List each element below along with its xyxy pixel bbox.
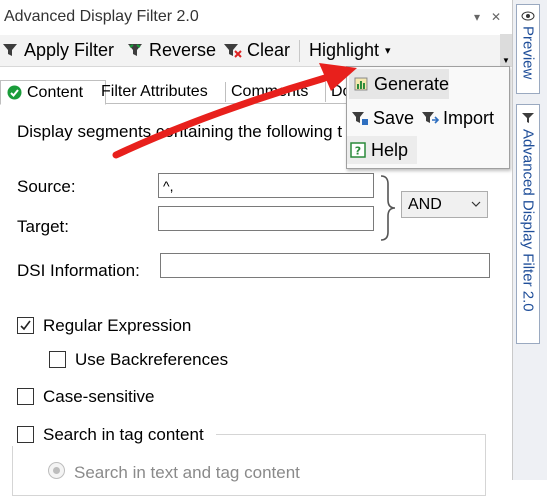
apply-filter-label: Apply Filter xyxy=(24,39,115,60)
tab-divider xyxy=(225,82,226,102)
operator-value: AND xyxy=(408,195,442,213)
preview-tab-label: Preview xyxy=(519,26,537,80)
tab-divider xyxy=(325,82,326,102)
apply-filter-button[interactable]: Apply Filter xyxy=(2,38,114,62)
menu-item-import[interactable]: Import xyxy=(421,104,494,132)
tab-comments-label: Comments xyxy=(231,82,309,100)
svg-text:?: ? xyxy=(355,145,361,158)
tag-content-label: Search in tag content xyxy=(43,425,204,444)
radio-dot xyxy=(53,467,60,474)
menu-item-save[interactable]: Save xyxy=(349,104,414,132)
panel-title: Advanced Display Filter 2.0 xyxy=(4,8,199,25)
brace-icon xyxy=(380,175,396,241)
dsi-label: DSI Information: xyxy=(17,261,140,280)
case-sensitive-checkbox[interactable] xyxy=(17,388,34,405)
chevron-down-icon xyxy=(471,201,481,207)
target-input[interactable] xyxy=(158,206,374,231)
reverse-button[interactable]: Reverse xyxy=(127,38,216,62)
dsi-input[interactable] xyxy=(160,253,490,278)
help-icon: ? xyxy=(350,142,366,158)
reverse-label: Reverse xyxy=(149,39,217,60)
operator-select[interactable]: AND xyxy=(401,191,488,218)
tab-filter-attributes[interactable]: Filter Attributes xyxy=(101,80,208,103)
funnel-icon xyxy=(522,113,534,123)
menu-item-save-label: Save xyxy=(373,107,415,128)
menu-item-help[interactable]: ? Help xyxy=(347,136,417,164)
funnel-icon xyxy=(3,44,17,56)
clear-filter-icon xyxy=(224,44,242,58)
target-label: Target: xyxy=(17,217,69,236)
source-label: Source: xyxy=(17,177,76,196)
menu-item-help-label: Help xyxy=(371,139,409,160)
regex-checkbox[interactable] xyxy=(17,317,34,334)
menu-item-generate[interactable]: Generate xyxy=(349,69,449,99)
toolbar-separator xyxy=(299,40,300,62)
backreferences-checkbox[interactable] xyxy=(49,351,66,368)
preview-tab[interactable]: Preview xyxy=(516,4,540,94)
highlight-button[interactable]: Highlight ▾ xyxy=(309,38,391,62)
radio-text-and-tag[interactable] xyxy=(48,462,65,479)
clear-button[interactable]: Clear xyxy=(223,38,290,62)
tab-content-label: Content xyxy=(27,83,84,101)
import-filter-icon xyxy=(422,112,439,124)
tab-content[interactable]: Content xyxy=(0,80,106,105)
advanced-display-filter-tab-label: Advanced Display Filter 2.0 xyxy=(519,129,537,312)
tag-content-checkbox[interactable] xyxy=(17,426,34,443)
overflow-arrow-icon: ▼ xyxy=(502,56,510,65)
filter-description: Display segments containing the followin… xyxy=(17,122,343,141)
chevron-down-icon: ▾ xyxy=(385,44,391,57)
source-input[interactable] xyxy=(158,173,374,198)
tab-comments[interactable]: Comments xyxy=(231,80,308,103)
toolbar-overflow-button[interactable]: ▼ xyxy=(500,34,512,66)
highlight-label: Highlight xyxy=(309,39,380,60)
menu-item-import-label: Import xyxy=(443,107,495,128)
generate-icon xyxy=(354,77,368,91)
case-sensitive-label: Case-sensitive xyxy=(43,387,155,406)
regex-label: Regular Expression xyxy=(43,316,192,335)
close-icon[interactable]: ✕ xyxy=(491,10,501,24)
tab-filter-attributes-label: Filter Attributes xyxy=(101,82,208,100)
pin-icon[interactable]: ▾ xyxy=(474,10,480,24)
backreferences-label: Use Backreferences xyxy=(75,350,229,369)
save-filter-icon xyxy=(352,112,368,125)
clear-label: Clear xyxy=(247,39,291,60)
checkmark-icon xyxy=(20,320,31,331)
check-circle-icon xyxy=(7,85,22,100)
reverse-filter-icon xyxy=(128,44,142,56)
radio-text-and-tag-label: Search in text and tag content xyxy=(74,463,300,482)
eye-icon xyxy=(521,11,535,21)
advanced-display-filter-tab[interactable]: Advanced Display Filter 2.0 xyxy=(516,104,540,344)
menu-item-generate-label: Generate xyxy=(373,73,449,94)
